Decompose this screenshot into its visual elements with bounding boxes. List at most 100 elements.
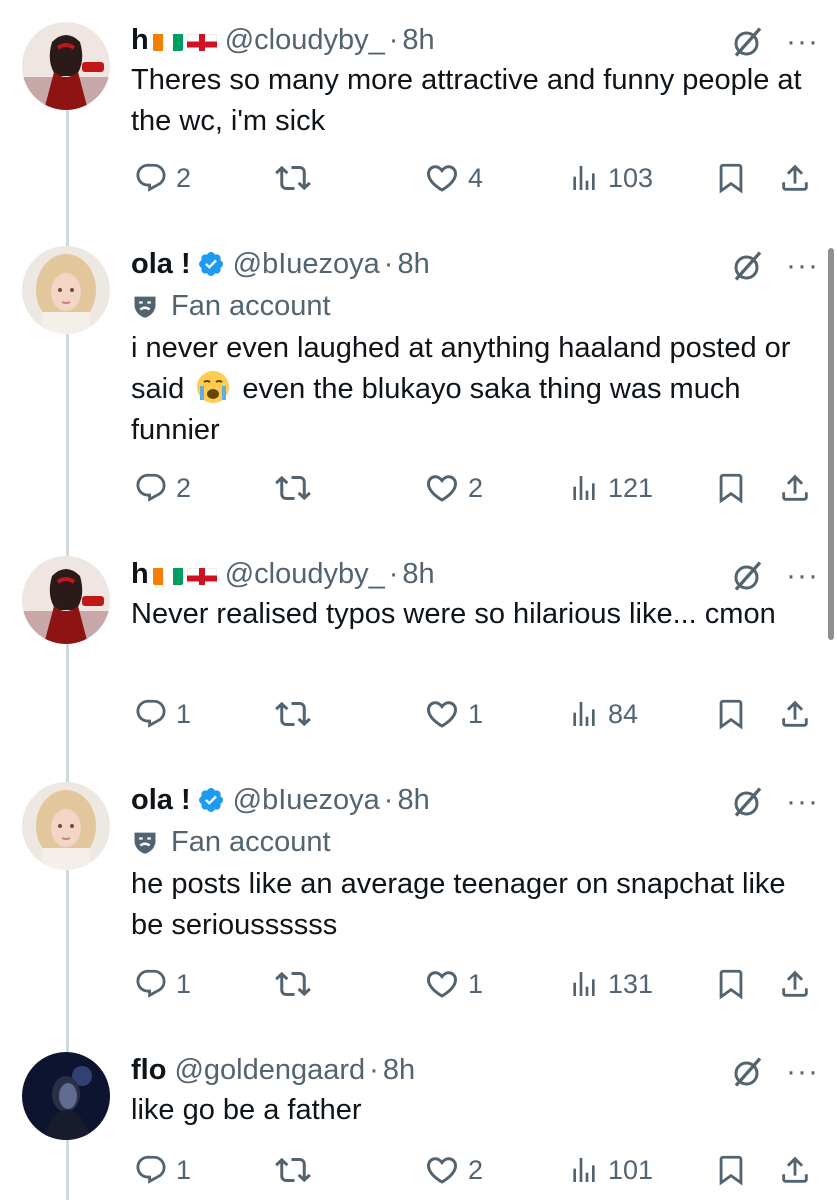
views-count: 101 — [608, 1154, 654, 1185]
tweet-actions: 1 1 131 — [0, 962, 837, 1006]
reply-button[interactable]: 1 — [134, 967, 191, 1001]
like-button[interactable]: 1 — [424, 696, 483, 732]
grok-icon[interactable] — [730, 784, 766, 820]
share-icon — [778, 161, 812, 195]
reply-count: 1 — [176, 698, 192, 729]
reply-button[interactable]: 1 — [134, 697, 191, 731]
like-button[interactable]: 2 — [424, 470, 483, 506]
user-handle[interactable]: @cloudyby_ — [225, 24, 385, 57]
more-icon[interactable]: ··· — [786, 27, 819, 57]
avatar[interactable] — [22, 22, 110, 110]
more-icon[interactable]: ··· — [786, 787, 819, 817]
like-count: 1 — [468, 968, 484, 999]
bookmark-button[interactable] — [714, 471, 748, 505]
tweet-actions: 1 1 84 — [0, 692, 837, 736]
separator: · — [383, 783, 394, 816]
user-handle[interactable]: @cloudyby_ — [225, 558, 385, 591]
like-button[interactable]: 2 — [424, 1152, 483, 1188]
share-button[interactable] — [778, 471, 812, 505]
like-button[interactable]: 4 — [424, 160, 483, 196]
user-handle[interactable]: @goldengaard — [174, 1054, 365, 1087]
reply-count: 2 — [176, 162, 192, 193]
grok-icon[interactable] — [730, 248, 766, 284]
grok-icon[interactable] — [730, 24, 766, 60]
reply-count: 1 — [176, 1154, 192, 1185]
repost-button[interactable] — [275, 470, 311, 506]
display-name[interactable]: flo — [131, 1054, 166, 1087]
reply-button[interactable]: 2 — [134, 161, 191, 195]
share-button[interactable] — [778, 967, 812, 1001]
flag-icon — [186, 30, 217, 51]
like-icon — [424, 696, 460, 732]
reply-button[interactable]: 1 — [134, 1153, 191, 1187]
share-button[interactable] — [778, 697, 812, 731]
reply-icon — [134, 697, 168, 731]
share-button[interactable] — [778, 161, 812, 195]
views-count: 131 — [608, 968, 654, 999]
repost-button[interactable] — [275, 1152, 311, 1188]
bookmark-button[interactable] — [714, 161, 748, 195]
bookmark-button[interactable] — [714, 967, 748, 1001]
reply-count: 1 — [176, 968, 192, 999]
grok-icon[interactable] — [730, 1054, 766, 1090]
views-button[interactable]: 131 — [568, 968, 653, 1000]
share-button[interactable] — [778, 1153, 812, 1187]
tweet-header: h @cloudyby_ · 8h ··· — [131, 556, 819, 592]
fan-account-label: Fan account — [131, 286, 819, 326]
fan-account-icon — [131, 828, 159, 856]
views-button[interactable]: 121 — [568, 472, 653, 504]
scrollbar[interactable] — [828, 248, 834, 640]
avatar[interactable] — [22, 1052, 110, 1140]
display-name[interactable]: h — [131, 24, 217, 57]
more-icon[interactable]: ··· — [786, 561, 819, 591]
views-icon — [568, 162, 600, 194]
more-icon[interactable]: ··· — [786, 1057, 819, 1087]
repost-button[interactable] — [275, 696, 311, 732]
tweet-header: h @cloudyby_ · 8h ··· — [131, 22, 819, 58]
separator: · — [388, 557, 399, 590]
avatar[interactable] — [22, 782, 110, 870]
more-icon[interactable]: ··· — [786, 251, 819, 281]
share-icon — [778, 697, 812, 731]
fan-account-label: Fan account — [131, 822, 819, 862]
like-icon — [424, 470, 460, 506]
repost-icon — [275, 696, 311, 732]
timestamp[interactable]: 8h — [402, 24, 434, 57]
tweet-text: i never even laughed at anything haaland… — [131, 332, 791, 446]
timestamp[interactable]: 8h — [383, 1054, 415, 1087]
tweet-header: ola ! @bIuezoya · 8h ··· — [131, 782, 819, 818]
user-handle[interactable]: @bIuezoya — [233, 784, 380, 817]
bookmark-button[interactable] — [714, 697, 748, 731]
flag-icon — [152, 564, 183, 585]
bookmark-icon — [714, 697, 748, 731]
views-icon — [568, 698, 600, 730]
tweet-actions: 1 2 101 — [0, 1148, 837, 1192]
views-button[interactable]: 84 — [568, 698, 638, 730]
display-name[interactable]: h — [131, 558, 217, 591]
tweet-text: he posts like an average teenager on sna… — [131, 868, 786, 941]
grok-icon[interactable] — [730, 558, 766, 594]
user-handle[interactable]: @bIuezoya — [233, 248, 380, 281]
repost-button[interactable] — [275, 160, 311, 196]
tweet-header: ola ! @bIuezoya · 8h ··· — [131, 246, 819, 282]
verified-badge-icon — [197, 250, 225, 278]
like-button[interactable]: 1 — [424, 966, 483, 1002]
reply-icon — [134, 161, 168, 195]
views-icon — [568, 472, 600, 504]
repost-button[interactable] — [275, 966, 311, 1002]
bookmark-button[interactable] — [714, 1153, 748, 1187]
views-button[interactable]: 101 — [568, 1154, 653, 1186]
avatar[interactable] — [22, 556, 110, 644]
views-count: 84 — [608, 698, 639, 729]
display-name[interactable]: ola ! — [131, 248, 225, 281]
views-icon — [568, 1154, 600, 1186]
views-button[interactable]: 103 — [568, 162, 653, 194]
avatar[interactable] — [22, 246, 110, 334]
display-name[interactable]: ola ! — [131, 784, 225, 817]
badge-text: Fan account — [171, 289, 331, 322]
timestamp[interactable]: 8h — [397, 248, 429, 281]
timestamp[interactable]: 8h — [397, 784, 429, 817]
timestamp[interactable]: 8h — [402, 558, 434, 591]
reply-button[interactable]: 2 — [134, 471, 191, 505]
tweet-text: like go be a father — [131, 1094, 362, 1126]
